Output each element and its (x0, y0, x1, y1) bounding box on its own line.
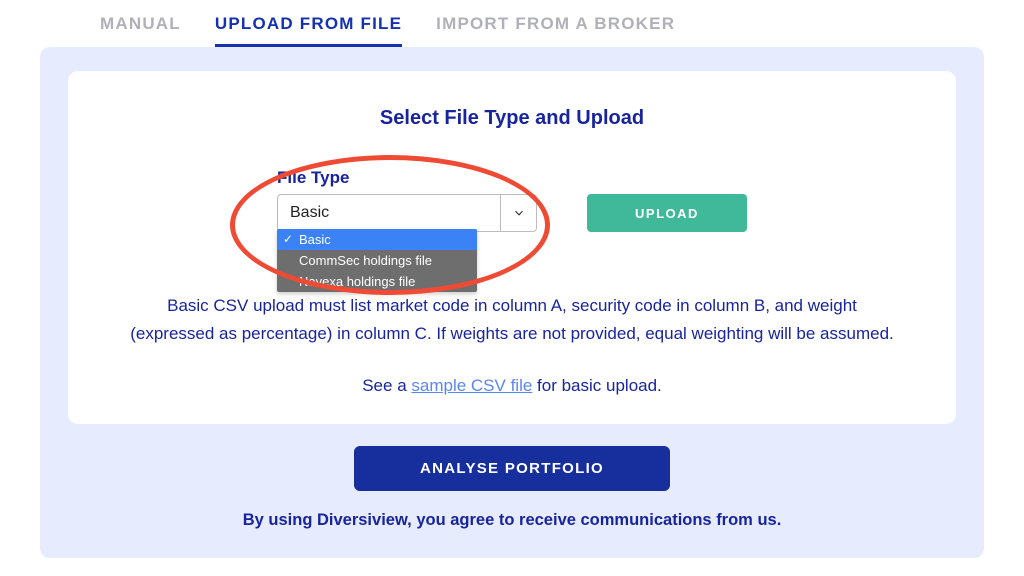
file-type-row: File Type Basic Basic CommSec holdings f… (108, 168, 916, 232)
file-type-dropdown: Basic CommSec holdings file Navexa holdi… (277, 229, 477, 292)
sample-csv-link[interactable]: sample CSV file (411, 376, 532, 395)
consent-text: By using Diversiview, you agree to recei… (68, 511, 956, 530)
help-line-1: Basic CSV upload must list market code i… (167, 296, 857, 315)
tab-manual[interactable]: MANUAL (100, 14, 181, 47)
file-type-selected-value: Basic (278, 204, 500, 222)
tab-import-from-broker[interactable]: IMPORT FROM A BROKER (436, 14, 675, 47)
sample-row: See a sample CSV file for basic upload. (108, 376, 916, 396)
file-type-select[interactable]: Basic (277, 194, 537, 232)
sample-suffix: for basic upload. (532, 376, 661, 395)
dropdown-option-commsec[interactable]: CommSec holdings file (277, 250, 477, 271)
help-line-2: (expressed as percentage) in column C. I… (130, 324, 894, 343)
analyse-portfolio-button[interactable]: ANALYSE PORTFOLIO (354, 446, 670, 491)
tab-upload-from-file[interactable]: UPLOAD FROM FILE (215, 14, 402, 47)
help-text: Basic CSV upload must list market code i… (108, 292, 916, 348)
upload-button[interactable]: UPLOAD (587, 194, 747, 232)
content-frame: Select File Type and Upload File Type Ba… (40, 47, 984, 558)
upload-card: Select File Type and Upload File Type Ba… (68, 71, 956, 424)
card-title: Select File Type and Upload (108, 107, 916, 130)
dropdown-option-navexa[interactable]: Navexa holdings file (277, 271, 477, 292)
chevron-down-icon (500, 195, 536, 231)
dropdown-option-basic[interactable]: Basic (277, 229, 477, 250)
sample-prefix: See a (362, 376, 411, 395)
tab-bar: MANUAL UPLOAD FROM FILE IMPORT FROM A BR… (40, 0, 984, 47)
file-type-label: File Type (277, 168, 537, 188)
